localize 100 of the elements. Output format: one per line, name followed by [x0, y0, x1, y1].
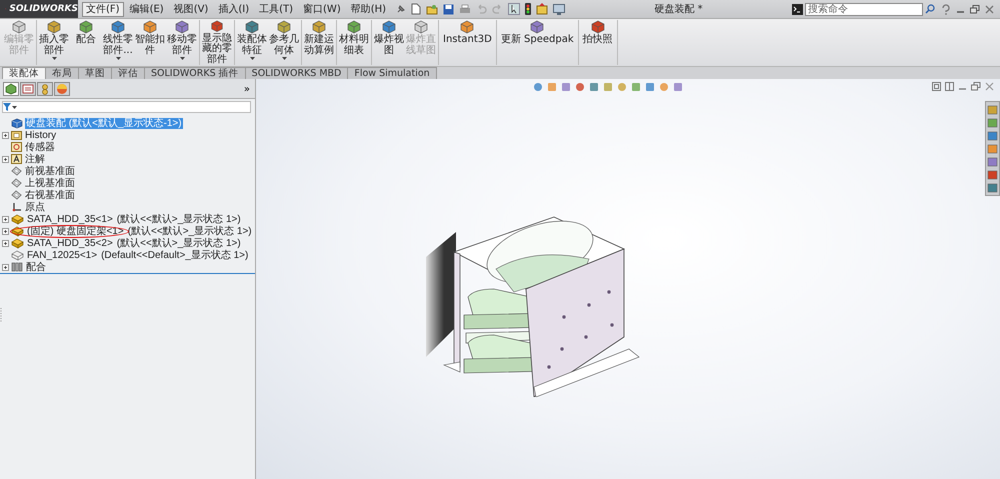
- tree-item[interactable]: History: [24, 130, 58, 140]
- display-tab-icon[interactable]: [54, 82, 70, 96]
- cube-icon: [79, 20, 93, 34]
- cube-icon: [245, 20, 259, 34]
- tree-item[interactable]: 传感器: [24, 142, 56, 152]
- cube-icon: [590, 20, 605, 34]
- menu-item[interactable]: 视图(V): [170, 2, 212, 16]
- ribbon-tab[interactable]: SOLIDWORKS 插件: [144, 67, 246, 79]
- ribbon-button[interactable]: 智能扣件: [134, 20, 166, 65]
- close-icon[interactable]: [985, 4, 994, 14]
- traffic-light-icon[interactable]: [525, 3, 532, 15]
- ribbon-button[interactable]: 参考几何体: [268, 20, 300, 65]
- menu-item[interactable]: 文件(F): [82, 2, 124, 16]
- ribbon-button[interactable]: 材料明细表: [338, 20, 370, 65]
- save-icon[interactable]: [443, 4, 454, 14]
- ribbon-button[interactable]: 移动零部件: [166, 20, 198, 65]
- menu-item[interactable]: 工具(T): [255, 2, 298, 16]
- search-icon[interactable]: [925, 4, 935, 14]
- configuration-label: (Default<<Default>_显示状态 1>): [100, 250, 250, 260]
- origin-icon: [11, 202, 22, 212]
- plane-icon: [11, 166, 22, 176]
- config-tab-icon[interactable]: [37, 82, 53, 96]
- ribbon-tab[interactable]: Flow Simulation: [347, 67, 437, 79]
- menu-item[interactable]: 插入(I): [214, 2, 254, 16]
- display-icon[interactable]: [553, 4, 566, 14]
- cube-icon: [277, 20, 291, 34]
- ribbon-tab[interactable]: 布局: [45, 67, 79, 79]
- property-tab-icon[interactable]: [20, 82, 36, 96]
- plane-icon: [11, 190, 22, 200]
- expand-panel-button[interactable]: »: [242, 84, 252, 94]
- search-field[interactable]: 搜索命令: [805, 2, 923, 16]
- pin-icon[interactable]: [396, 4, 406, 14]
- caret-icon: [250, 57, 254, 60]
- command-prompt-icon[interactable]: [792, 4, 803, 14]
- configuration-label: (默认<<默认>_显示状态 1>): [128, 226, 253, 236]
- cube-icon: [175, 20, 189, 34]
- window-title: 硬盘装配 *: [653, 2, 704, 16]
- expand-icon[interactable]: [2, 216, 9, 222]
- tree-item[interactable]: 右视基准面: [24, 190, 76, 200]
- filter-icon[interactable]: [3, 103, 11, 111]
- tree-item[interactable]: SATA_HDD_35<1>: [26, 214, 114, 224]
- tree-item[interactable]: 前视基准面: [24, 166, 76, 176]
- open-folder-icon[interactable]: [426, 4, 438, 14]
- restore-icon[interactable]: [971, 82, 981, 91]
- tree-tab-icon[interactable]: [3, 82, 19, 96]
- tree-item[interactable]: 注解: [24, 154, 46, 164]
- help-icon[interactable]: [941, 4, 951, 14]
- ribbon-button[interactable]: Instant3D: [440, 20, 495, 65]
- ribbon-tab[interactable]: SOLIDWORKS MBD: [244, 67, 348, 79]
- part-icon: [11, 238, 24, 248]
- ribbon-button[interactable]: 更新 Speedpak: [498, 20, 577, 65]
- ribbon-tab[interactable]: 装配体: [2, 67, 46, 79]
- ribbon-button[interactable]: 配合: [70, 20, 102, 65]
- assembly-icon: [11, 118, 23, 128]
- part-icon: [11, 226, 24, 236]
- tree-item[interactable]: FAN_12025<1>: [26, 250, 98, 260]
- ribbon-button[interactable]: 爆炸视图: [373, 20, 405, 65]
- menu-item[interactable]: 编辑(E): [126, 2, 168, 16]
- ribbon-button[interactable]: 新建运动算例: [303, 20, 335, 65]
- splitter-handle[interactable]: [0, 307, 4, 323]
- new-document-icon[interactable]: [411, 3, 422, 15]
- tree-item[interactable]: 原点: [24, 202, 46, 212]
- tile-icon[interactable]: [932, 82, 941, 91]
- restore-icon[interactable]: [970, 4, 980, 14]
- cube-icon: [382, 20, 396, 34]
- ribbon-button[interactable]: 显示隐藏的零部件: [201, 20, 233, 65]
- filter-field[interactable]: [2, 101, 251, 113]
- ribbon-tab[interactable]: 评估: [111, 67, 145, 79]
- ribbon-button[interactable]: 插入零部件: [38, 20, 70, 65]
- part-icon: [11, 250, 24, 260]
- expand-icon[interactable]: [2, 240, 9, 246]
- cube-icon: [143, 20, 157, 34]
- ribbon-button[interactable]: 线性零部件...: [102, 20, 134, 65]
- cube-icon: [530, 20, 544, 34]
- tree-item[interactable]: 配合: [25, 262, 47, 272]
- cube-icon: [210, 20, 224, 32]
- expand-icon[interactable]: [2, 264, 9, 270]
- menu-item[interactable]: 帮助(H): [346, 2, 390, 16]
- ribbon-button[interactable]: 装配体特征: [236, 20, 268, 65]
- caret-icon: [12, 106, 17, 108]
- close-icon[interactable]: [985, 82, 994, 91]
- ribbon-tab[interactable]: 草图: [78, 67, 112, 79]
- caret-icon: [180, 57, 184, 60]
- expand-icon[interactable]: [2, 228, 9, 234]
- cube-icon: [111, 20, 125, 34]
- cube-icon: [414, 20, 428, 34]
- ribbon-button[interactable]: 拍快照: [580, 20, 616, 65]
- caret-icon: [282, 57, 286, 60]
- expand-icon[interactable]: [2, 132, 9, 138]
- sensor-icon: [11, 142, 22, 152]
- expand-icon[interactable]: [2, 156, 9, 162]
- tree-item[interactable]: 上视基准面: [24, 178, 76, 188]
- caret-icon: [52, 57, 56, 60]
- tree-item[interactable]: SATA_HDD_35<2>: [26, 238, 114, 248]
- cube-icon: [12, 20, 26, 34]
- menu-item[interactable]: 窗口(W): [299, 2, 345, 16]
- plane-icon: [11, 178, 22, 188]
- options-icon[interactable]: [536, 3, 548, 15]
- print-icon[interactable]: [459, 4, 472, 14]
- split-view-icon[interactable]: [945, 82, 954, 91]
